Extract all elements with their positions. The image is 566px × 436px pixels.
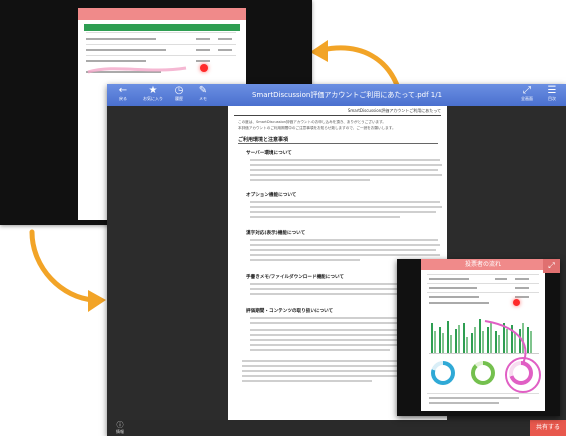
expand-icon: ⤢ <box>548 261 555 270</box>
analytics-header: 投票者の流れ <box>421 259 545 270</box>
analytics-document: 投票者の流れ <box>421 259 545 411</box>
share-button[interactable]: 共有する <box>530 420 566 436</box>
doc-header: SmartDiscussion評価アカウントご利用にあたって <box>347 108 441 113</box>
main-heading: ご利用環境と注意事項 <box>238 137 289 143</box>
curved-arrow-left <box>29 229 106 312</box>
history-icon: ◷ <box>174 85 184 96</box>
back-arrow-icon: ← <box>118 85 128 96</box>
star-icon: ★ <box>148 85 158 96</box>
section-title: 漢字対応(表示)機能について <box>246 231 306 236</box>
window-title: SmartDiscussion評価アカウントご利用にあたって.pdf 1/1 <box>251 91 443 99</box>
pencil-icon: ✎ <box>198 85 208 96</box>
pen-stroke <box>87 66 187 74</box>
list-icon: ☰ <box>547 85 557 96</box>
donut-chart <box>471 361 495 385</box>
toolbar: ← 戻る ★ お気に入り ◷ 履歴 ✎ メモ SmartDiscussion評価… <box>107 84 566 106</box>
laser-pointer-icon <box>200 64 208 72</box>
analytics-overlay-window: 投票者の流れ ⤢ <box>397 259 560 416</box>
laser-pointer-icon <box>513 299 520 306</box>
bottom-bar: ⓘ 情報 <box>107 420 566 436</box>
section-title: 手書きメモ/ファイルダウンロード機能について <box>246 275 345 280</box>
section-title: 評価期間・コンテンツの取り扱いについて <box>246 309 334 314</box>
info-icon: ⓘ <box>116 421 124 429</box>
fullscreen-button[interactable]: ⤢ 全画面 <box>515 85 539 105</box>
back-button[interactable]: ← 戻る <box>111 85 135 105</box>
intro-text-2: 本評価アカウントのご利用期間中のご注意事項をお知らせ致しますので、ご一読をお願い… <box>238 126 396 130</box>
toc-button[interactable]: ☰ 目次 <box>540 85 564 105</box>
memo-button[interactable]: ✎ メモ <box>191 85 215 105</box>
info-button[interactable]: ⓘ 情報 <box>113 421 127 435</box>
donut-chart <box>431 361 455 385</box>
background-table-header <box>84 24 240 31</box>
favorite-button[interactable]: ★ お気に入り <box>141 85 165 105</box>
history-button[interactable]: ◷ 履歴 <box>167 85 191 105</box>
expand-button[interactable]: ⤢ <box>543 259 560 273</box>
fullscreen-icon: ⤢ <box>523 85 531 96</box>
section-title: オプション機能について <box>246 193 297 198</box>
background-doc-header <box>78 8 246 20</box>
section-title: サーバー環境について <box>246 151 292 156</box>
intro-text: この度は、SmartDiscussion評価アカウントのお申し込みを頂き、ありが… <box>238 120 386 124</box>
